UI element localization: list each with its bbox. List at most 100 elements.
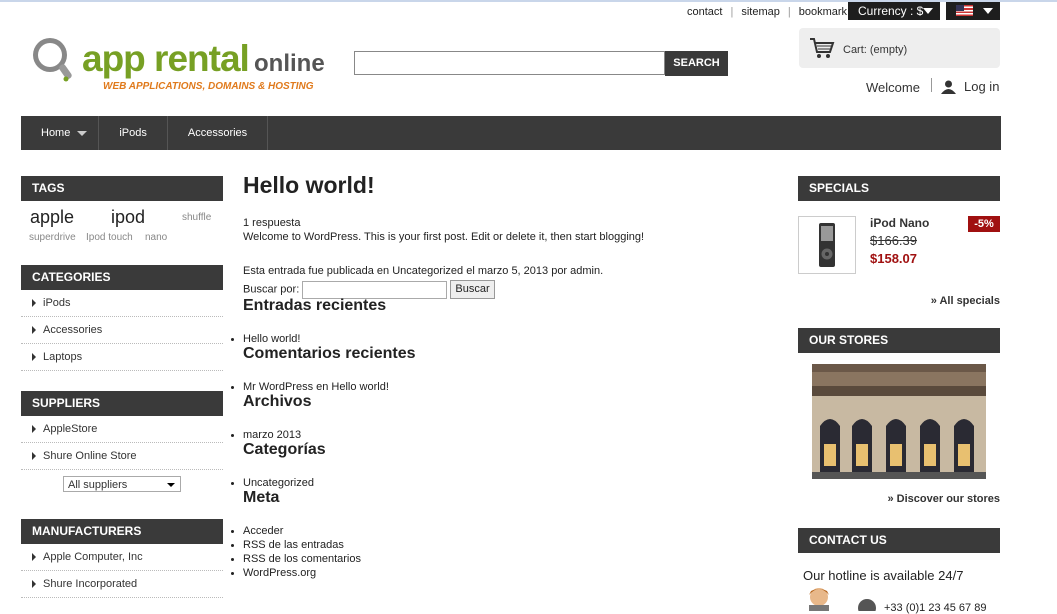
phone-icon xyxy=(858,599,876,611)
magnifier-logo-icon xyxy=(33,38,72,82)
store-photo[interactable] xyxy=(812,364,986,479)
contact-title: CONTACT US xyxy=(798,528,1000,553)
post-title[interactable]: Hello world! xyxy=(243,172,375,199)
meta-item-login[interactable]: Acceder xyxy=(230,525,283,537)
supplier-shure[interactable]: Shure Online Store xyxy=(21,443,223,470)
nav-home-label: Home xyxy=(41,127,71,139)
manufacturers-title: MANUFACTURERS xyxy=(21,519,223,544)
dropdown-arrow-icon xyxy=(167,483,175,487)
logo-word-app-rental: app rental xyxy=(82,38,250,79)
suppliers-select[interactable]: All suppliers xyxy=(63,476,181,492)
wp-search-input[interactable] xyxy=(302,280,448,299)
categories-block: CATEGORIES iPods Accessories Laptops xyxy=(21,265,223,371)
stores-block: OUR STORES » Discover our stores xyxy=(798,328,1000,508)
bookmark-link[interactable]: bookmark xyxy=(799,6,847,18)
meta-item-rss-entries[interactable]: RSS de las entradas xyxy=(231,539,344,551)
tag-shuffle[interactable]: shuffle xyxy=(182,212,211,223)
logo-tagline: WEB APPLICATIONS, DOMAINS & HOSTING xyxy=(103,81,314,92)
recent-comment-item[interactable]: Mr WordPress en Hello world! xyxy=(231,381,389,393)
meta-item-rss-comments[interactable]: RSS de los comentarios xyxy=(231,553,361,565)
categories-list: iPods Accessories Laptops xyxy=(21,290,223,371)
recent-comments-title: Comentarios recientes xyxy=(243,345,416,362)
tag-nano[interactable]: nano xyxy=(145,232,167,243)
dropdown-arrow-icon xyxy=(983,8,993,14)
tags-title: TAGS xyxy=(21,176,223,201)
meta-item-wordpress[interactable]: WordPress.org xyxy=(230,567,316,579)
discount-badge: -5% xyxy=(968,216,1000,232)
dropdown-arrow-icon xyxy=(923,8,933,14)
login-link[interactable]: Log in xyxy=(941,79,999,94)
supplier-applestore[interactable]: AppleStore xyxy=(21,416,223,443)
phone-number: +33 (0)1 23 45 67 89 xyxy=(884,602,987,614)
archives-title: Archivos xyxy=(243,393,312,410)
divider: | xyxy=(787,6,791,18)
category-laptops[interactable]: Laptops xyxy=(21,344,223,371)
category-widget-item[interactable]: Uncategorized xyxy=(231,477,314,489)
stores-title: OUR STORES xyxy=(798,328,1000,353)
currency-dropdown[interactable]: Currency : $ xyxy=(848,2,940,20)
suppliers-select-value: All suppliers xyxy=(68,479,128,491)
product-thumbnail[interactable] xyxy=(798,216,856,274)
post-meta: Esta entrada fue publicada en Uncategori… xyxy=(243,265,604,277)
us-flag-icon xyxy=(956,5,973,16)
search-input[interactable] xyxy=(354,51,665,75)
login-label: Log in xyxy=(964,79,1000,94)
category-ipods[interactable]: iPods xyxy=(21,290,223,317)
recent-post-item[interactable]: Hello world! xyxy=(230,333,300,345)
discover-stores-link[interactable]: » Discover our stores xyxy=(798,493,1001,505)
suppliers-title: SUPPLIERS xyxy=(21,391,223,416)
currency-label: Currency : $ xyxy=(858,4,924,18)
contact-link[interactable]: contact xyxy=(687,6,722,18)
cart-icon xyxy=(810,38,835,58)
specials-block: SPECIALS iPod Nano $166.39 $158.07 -5% »… xyxy=(798,176,1000,316)
suppliers-block: SUPPLIERS AppleStore Shure Online Store … xyxy=(21,391,223,492)
manufacturers-list: Apple Computer, Inc Shure Incorporated xyxy=(21,544,223,598)
all-specials-link[interactable]: » All specials xyxy=(798,295,1000,307)
wp-search-label: Buscar por: xyxy=(243,283,300,296)
tag-cloud: apple ipod shuffle superdrive Ipod touch… xyxy=(21,201,223,249)
suppliers-list: AppleStore Shure Online Store xyxy=(21,416,223,470)
nav-ipods[interactable]: iPods xyxy=(99,116,168,150)
ipod-image xyxy=(819,223,835,267)
categories-title: CATEGORIES xyxy=(21,265,223,290)
hotline-text: Our hotline is available 24/7 xyxy=(803,568,964,583)
manufacturers-block: MANUFACTURERS Apple Computer, Inc Shure … xyxy=(21,519,223,598)
logo-word-online: online xyxy=(254,50,325,77)
category-accessories[interactable]: Accessories xyxy=(21,317,223,344)
top-links: contact | sitemap | bookmark xyxy=(687,6,847,18)
wp-search-button[interactable]: Buscar xyxy=(450,280,495,299)
recent-posts-title: Entradas recientes xyxy=(243,297,387,314)
cart-block[interactable]: Cart: (empty) xyxy=(799,28,1000,68)
tag-apple[interactable]: apple xyxy=(30,207,74,228)
categories-widget-title: Categorías xyxy=(243,441,326,458)
cart-label: Cart: (empty) xyxy=(843,44,908,56)
special-product-name[interactable]: iPod Nano xyxy=(870,216,929,230)
tag-superdrive[interactable]: superdrive xyxy=(29,232,76,243)
post-replies[interactable]: 1 respuesta xyxy=(243,217,300,229)
nav-accessories[interactable]: Accessories xyxy=(168,116,269,150)
nav-home[interactable]: Home xyxy=(21,116,100,150)
site-logo[interactable]: app rental online WEB APPLICATIONS, DOMA… xyxy=(30,36,330,96)
contact-block: CONTACT US Our hotline is available 24/7… xyxy=(798,528,1000,614)
welcome-text: Welcome xyxy=(866,80,920,95)
manufacturer-shure[interactable]: Shure Incorporated xyxy=(21,571,223,598)
divider xyxy=(931,78,932,92)
specials-title: SPECIALS xyxy=(798,176,1000,201)
divider: | xyxy=(730,6,734,18)
search-button[interactable]: SEARCH xyxy=(665,51,728,76)
language-dropdown[interactable] xyxy=(946,2,1000,20)
special-new-price: $158.07 xyxy=(870,251,917,266)
support-agent-icon xyxy=(809,588,829,611)
chevron-down-icon xyxy=(77,131,88,136)
post-body: Welcome to WordPress. This is your first… xyxy=(243,231,645,243)
main-nav: Home iPods Accessories xyxy=(21,116,1001,150)
sitemap-link[interactable]: sitemap xyxy=(741,6,780,18)
tag-ipod-touch[interactable]: Ipod touch xyxy=(86,232,133,243)
tag-ipod[interactable]: ipod xyxy=(111,207,145,228)
user-icon xyxy=(941,80,956,94)
manufacturer-apple[interactable]: Apple Computer, Inc xyxy=(21,544,223,571)
archive-item[interactable]: marzo 2013 xyxy=(230,429,301,441)
meta-title: Meta xyxy=(243,489,280,506)
tags-block: TAGS apple ipod shuffle superdrive Ipod … xyxy=(21,176,223,249)
special-old-price: $166.39 xyxy=(870,233,917,248)
